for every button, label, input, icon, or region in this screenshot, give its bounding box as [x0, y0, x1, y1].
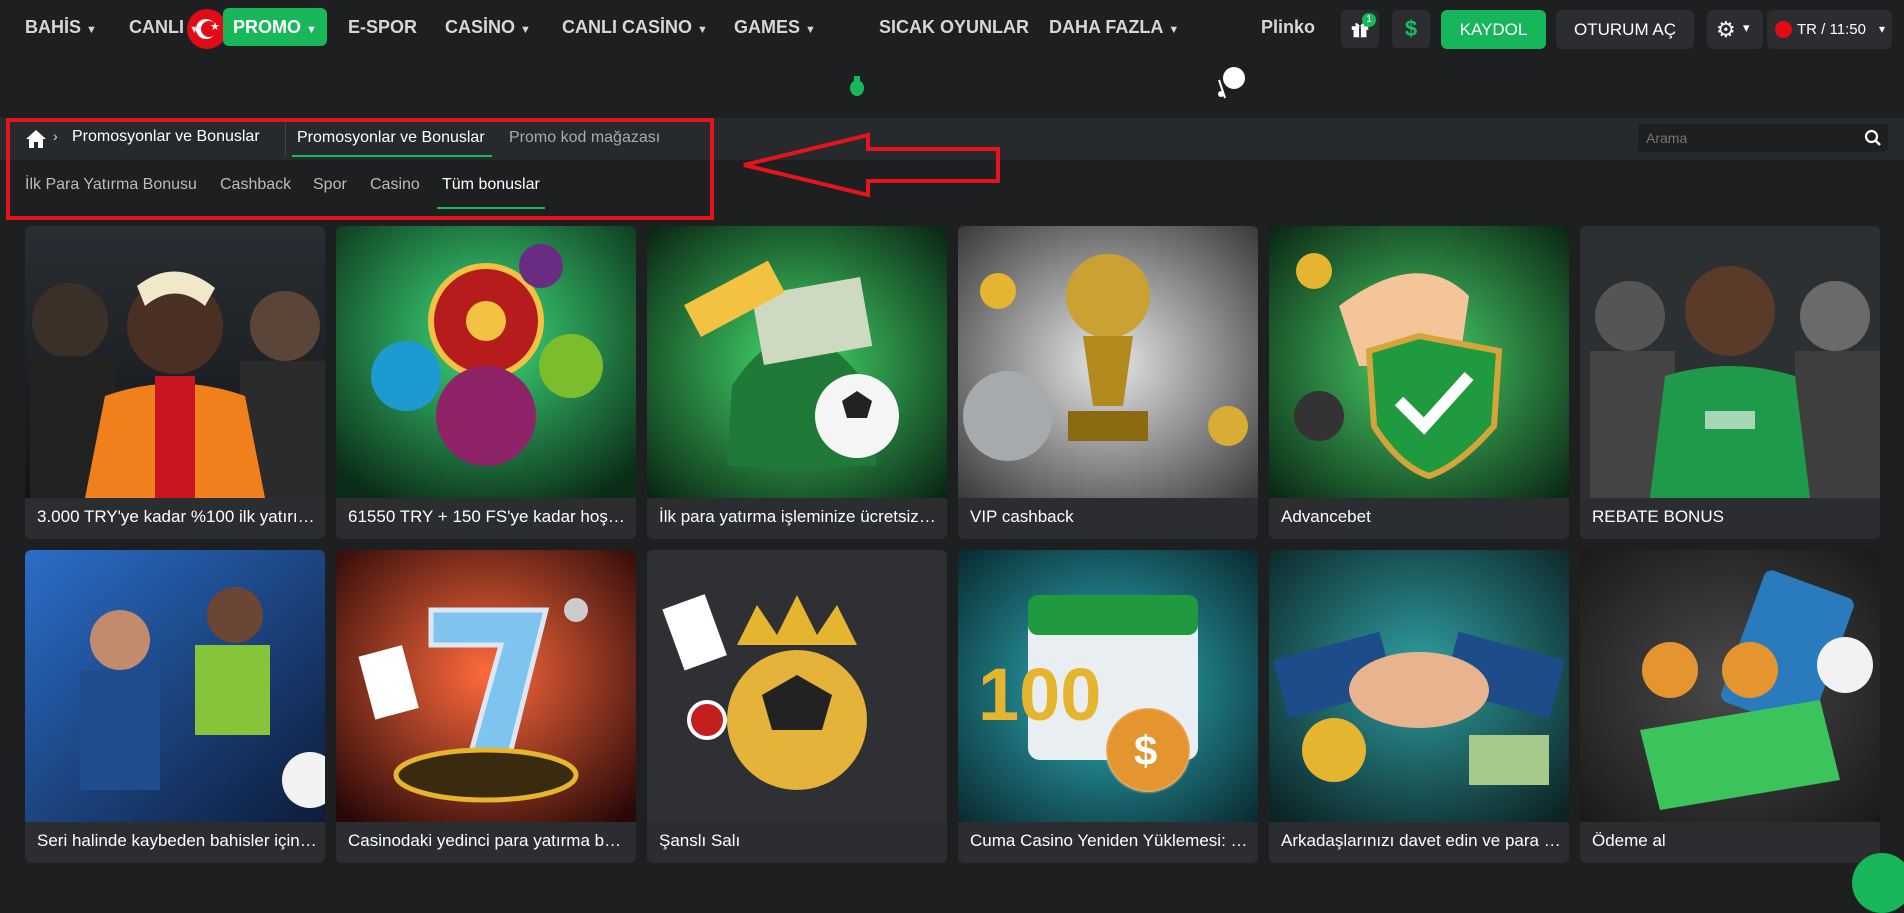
svg-text:$: $ — [1134, 727, 1157, 774]
main-nav — [0, 58, 1904, 112]
promo-card[interactable]: Şanslı Salı — [647, 550, 947, 863]
nav-item-daha-fazla[interactable]: DAHA FAZLA ▼ — [1049, 8, 1179, 46]
promo-image-payout — [1580, 550, 1880, 822]
promo-title: 3.000 TRY'ye kadar %100 ilk yatırım bonu… — [37, 507, 317, 526]
promo-card[interactable]: Advancebet — [1269, 226, 1569, 539]
promo-title: Cuma Casino Yeniden Yüklemesi: %100 — [970, 831, 1250, 850]
promo-card[interactable]: İlk para yatırma işleminize ücretsiz bah… — [647, 226, 947, 539]
search-box[interactable] — [1638, 124, 1888, 152]
chevron-down-icon: ▾ — [1878, 22, 1885, 36]
chevron-down-icon: ▼ — [306, 24, 317, 36]
nav-label: Plinko — [1261, 17, 1316, 37]
promo-card[interactable]: Casinodaki yedinci para yatırma bonusu — [336, 550, 636, 863]
promo-image-lucky-seven — [336, 550, 636, 822]
highlight-annotation-box — [6, 118, 714, 220]
dollar-icon[interactable]: $ — [1392, 10, 1430, 48]
promo-image-athletes — [25, 550, 325, 822]
star-shape: ★ — [210, 21, 220, 33]
promo-title: REBATE BONUS — [1592, 507, 1724, 526]
nav-label: DAHA FAZLA — [1049, 17, 1164, 37]
chevron-down-icon: ▼ — [189, 24, 200, 36]
plinko-icon — [1218, 67, 1245, 99]
gift-count-badge: 1 — [1362, 13, 1376, 27]
chevron-down-icon: ▼ — [520, 24, 531, 36]
chevron-down-icon: ▼ — [805, 24, 816, 36]
nav-label: BAHİS — [25, 17, 82, 37]
nav-label: CANLI — [129, 17, 184, 37]
promo-title: Şanslı Salı — [659, 831, 741, 850]
promo-card[interactable]: Arkadaşlarınızı davet edin ve para kazan… — [1269, 550, 1569, 863]
nav-item-bahis[interactable]: BAHİS ▼ — [25, 8, 97, 46]
search-input[interactable] — [1646, 128, 1846, 148]
promo-title: Casinodaki yedinci para yatırma bonusu — [348, 831, 628, 850]
promo-image-footballers — [25, 226, 325, 498]
promo-title: 61550 TRY + 150 FS'ye kadar hoş geldin p… — [348, 507, 628, 526]
language-time-label: TR / 11:50 — [1797, 21, 1866, 38]
nav-item-plinko[interactable]: Plinko — [1261, 8, 1315, 46]
nav-item-espor[interactable]: E-SPOR — [348, 8, 417, 46]
promo-image-lucky-tuesday — [647, 550, 947, 822]
svg-text:100: 100 — [978, 653, 1101, 736]
promo-card[interactable]: 61550 TRY + 150 FS'ye kadar hoş geldin p… — [336, 226, 636, 539]
language-time-selector[interactable]: TR / 11:50 ▾ — [1767, 10, 1892, 49]
nav-label: PROMO — [233, 17, 302, 37]
nav-item-canli-casino[interactable]: CANLI CASİNO ▼ — [562, 8, 708, 46]
promo-card[interactable]: Seri halinde kaybeden bahisler için bonu… — [25, 550, 325, 863]
promo-image-vip-trophy — [958, 226, 1258, 498]
promo-title: Seri halinde kaybeden bahisler için bonu… — [37, 831, 317, 850]
annotation-arrow — [743, 132, 1000, 198]
promo-title: İlk para yatırma işleminize ücretsiz bah… — [659, 507, 939, 526]
turkey-flag-icon — [1775, 21, 1792, 38]
nav-label: E-SPOR — [348, 17, 418, 37]
grenade-icon — [850, 76, 864, 96]
gear-icon: ⚙ — [1716, 17, 1736, 42]
promo-image-freebet — [647, 226, 947, 498]
promo-card[interactable]: VIP cashback — [958, 226, 1258, 539]
promo-card[interactable]: Ödeme al — [1580, 550, 1880, 863]
gift-button[interactable]: 1 — [1341, 10, 1379, 48]
settings-button[interactable]: ⚙ ▾ — [1707, 10, 1763, 49]
chevron-down-icon: ▼ — [86, 24, 97, 36]
promo-image-advancebet — [1269, 226, 1569, 498]
promo-card[interactable]: REBATE BONUS — [1580, 226, 1880, 539]
nav-item-canli[interactable]: CANLI ▼ — [129, 8, 200, 46]
nav-label: SICAK OYUNLAR — [879, 17, 1030, 37]
promo-image-slots — [336, 226, 636, 498]
search-icon[interactable] — [1864, 129, 1882, 147]
nav-item-promo[interactable]: PROMO ▼ — [223, 8, 327, 46]
promo-title: Ödeme al — [1592, 831, 1666, 850]
promo-card[interactable]: 3.000 TRY'ye kadar %100 ilk yatırım bonu… — [25, 226, 325, 539]
promo-image-rebate — [1580, 226, 1880, 498]
login-button[interactable]: OTURUM AÇ — [1556, 10, 1694, 49]
register-button[interactable]: KAYDOL — [1441, 10, 1546, 49]
nav-label: GAMES — [734, 17, 801, 37]
nav-label: CANLI CASİNO — [562, 17, 692, 37]
promo-title: VIP cashback — [970, 507, 1074, 526]
promo-card[interactable]: 100 $ Cuma Casino Yeniden Yüklemesi: %10… — [958, 550, 1258, 863]
nav-label: CASİNO — [445, 17, 516, 37]
promo-title: Arkadaşlarınızı davet edin ve para kazan… — [1281, 831, 1561, 850]
chevron-down-icon: ▼ — [1168, 24, 1180, 36]
nav-item-games[interactable]: GAMES ▼ — [734, 8, 816, 46]
chat-button[interactable] — [1852, 853, 1904, 913]
promo-image-handshake — [1269, 550, 1569, 822]
promo-title: Advancebet — [1281, 507, 1371, 526]
promo-image-friday-reload: 100 $ — [958, 550, 1258, 822]
chevron-down-icon: ▼ — [697, 24, 708, 36]
nav-item-sicak-oyunlar[interactable]: SICAK OYUNLAR — [879, 8, 1029, 46]
chevron-down-icon: ▾ — [1743, 20, 1750, 35]
nav-item-casino[interactable]: CASİNO ▼ — [445, 8, 531, 46]
